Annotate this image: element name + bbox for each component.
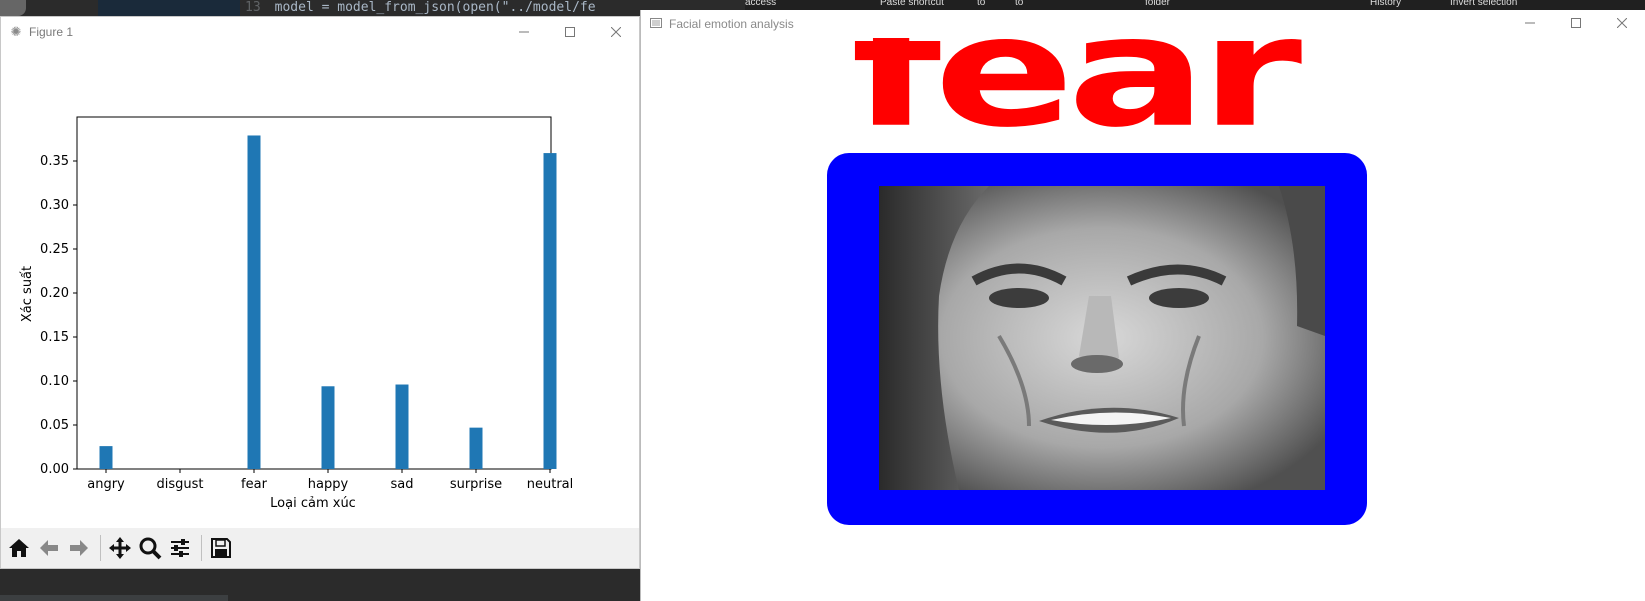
ribbon-item: Invert selection bbox=[1450, 0, 1518, 8]
face-window-title: Facial emotion analysis bbox=[669, 17, 794, 31]
y-axis-label: Xác suất bbox=[20, 266, 35, 322]
close-icon bbox=[611, 27, 621, 37]
ribbon-item: to bbox=[1015, 0, 1024, 8]
save-icon bbox=[211, 538, 231, 558]
zoom-icon bbox=[139, 537, 162, 560]
minimize-icon bbox=[1525, 22, 1535, 24]
y-tick-label: 0.15 bbox=[40, 330, 69, 345]
y-tick-label: 0.35 bbox=[40, 154, 69, 169]
toolbar-separator bbox=[201, 535, 202, 561]
x-tick-label: angry bbox=[87, 477, 125, 492]
ribbon-item: History bbox=[1370, 0, 1402, 8]
back-arrow-icon bbox=[40, 540, 58, 556]
x-tick-label: happy bbox=[308, 477, 349, 492]
bar-sad bbox=[395, 384, 409, 469]
background-code-line: 13 model = model_from_json(open("../model… bbox=[245, 0, 645, 16]
face-image-canvas: fear bbox=[641, 38, 1645, 601]
configure-subplots-icon bbox=[171, 539, 189, 557]
back-button[interactable] bbox=[35, 534, 63, 562]
home-button[interactable] bbox=[5, 534, 33, 562]
x-tick-label: disgust bbox=[157, 477, 204, 492]
x-axis-label: Loại cảm xúc bbox=[270, 496, 356, 511]
bar-surprise bbox=[469, 427, 483, 469]
emotion-label: fear bbox=[851, 38, 1302, 162]
matplotlib-icon: ✺ bbox=[10, 24, 22, 39]
maximize-button[interactable] bbox=[1553, 9, 1599, 37]
home-icon bbox=[9, 539, 29, 557]
x-tick-label: sad bbox=[391, 477, 414, 492]
maximize-button[interactable] bbox=[547, 17, 593, 47]
configure-subplots-button[interactable] bbox=[166, 534, 194, 562]
y-tick-label: 0.00 bbox=[40, 462, 69, 477]
y-tick-label: 0.10 bbox=[40, 374, 69, 389]
x-tick-label: surprise bbox=[450, 477, 502, 492]
background-panel bbox=[98, 0, 240, 16]
figure-titlebar[interactable]: ✺ Figure 1 bbox=[1, 17, 639, 47]
ribbon-item: access bbox=[745, 0, 777, 8]
y-tick-label: 0.25 bbox=[40, 242, 69, 257]
minimize-icon bbox=[519, 31, 529, 33]
face-titlebar[interactable]: Facial emotion analysis bbox=[641, 10, 1645, 38]
window-icon bbox=[649, 17, 663, 31]
code-text: model = model_from_json(open("../model/f… bbox=[274, 0, 596, 15]
pan-button[interactable] bbox=[106, 534, 134, 562]
ribbon-item: Paste shortcut bbox=[880, 0, 944, 8]
background-editor-bottom bbox=[0, 565, 640, 601]
ribbon-item: to bbox=[977, 0, 986, 8]
close-icon bbox=[1617, 18, 1627, 28]
x-tick-label: neutral bbox=[527, 477, 574, 492]
line-number: 13 bbox=[245, 0, 261, 15]
y-tick-label: 0.05 bbox=[40, 418, 69, 433]
x-tick-label: fear bbox=[241, 477, 268, 492]
toolbar-separator bbox=[100, 535, 101, 561]
figure-toolbar bbox=[1, 528, 639, 568]
minimize-button[interactable] bbox=[501, 17, 547, 47]
bar-chart: 0.00 0.05 0.10 0.15 0.20 0.25 0.30 0.35 angry dis… bbox=[20, 116, 574, 511]
bar-fear bbox=[247, 135, 261, 469]
maximize-icon bbox=[565, 27, 575, 37]
forward-button[interactable] bbox=[65, 534, 93, 562]
ribbon-item: folder bbox=[1145, 0, 1171, 8]
y-tick-label: 0.20 bbox=[40, 286, 69, 301]
bar-neutral bbox=[543, 153, 557, 469]
zoom-button[interactable] bbox=[136, 534, 164, 562]
minimize-button[interactable] bbox=[1507, 9, 1553, 37]
plot-frame bbox=[76, 116, 552, 470]
figure-window: ✺ Figure 1 0.00 0.05 0.10 0.15 0.20 0.25 0.30 0… bbox=[0, 16, 640, 569]
face-image bbox=[879, 186, 1325, 490]
close-button[interactable] bbox=[1599, 9, 1645, 37]
y-tick-label: 0.30 bbox=[40, 198, 69, 213]
background-avatar bbox=[0, 0, 26, 16]
forward-arrow-icon bbox=[70, 540, 88, 556]
face-window: Facial emotion analysis fear bbox=[640, 10, 1645, 601]
chart-area[interactable]: 0.00 0.05 0.10 0.15 0.20 0.25 0.30 0.35 angry dis… bbox=[1, 47, 639, 542]
bar-happy bbox=[321, 386, 335, 469]
figure-title: Figure 1 bbox=[29, 25, 74, 39]
save-button[interactable] bbox=[207, 534, 235, 562]
bar-angry bbox=[99, 446, 113, 469]
maximize-icon bbox=[1571, 18, 1581, 28]
close-button[interactable] bbox=[593, 17, 639, 47]
pan-icon bbox=[109, 537, 131, 559]
background-scrollbar bbox=[0, 595, 228, 601]
